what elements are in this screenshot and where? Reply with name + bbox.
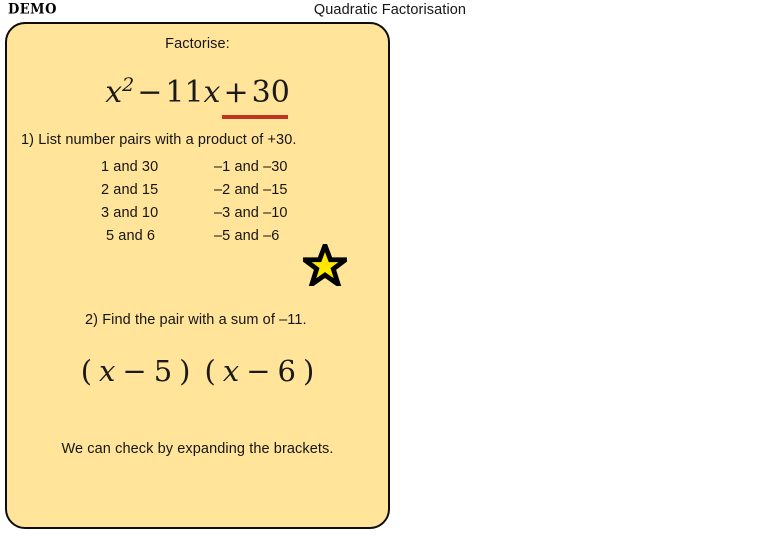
quadratic-term2-variable: x <box>203 75 221 110</box>
factored-open-paren-1: ( <box>80 354 93 388</box>
lesson-card: Factorise: x2−11x +30 1) List number pair… <box>5 22 390 529</box>
factored-number-1: 5 <box>153 354 173 388</box>
quadratic-operator-2: + <box>223 75 249 110</box>
table-row: 3 and 10 –3 and –10 <box>95 201 314 224</box>
step-2-instruction: 2) Find the pair with a sum of –11. <box>85 312 307 328</box>
factored-operator-1: − <box>122 354 147 388</box>
pair-positive-2: 2 and 15 <box>101 181 159 198</box>
pair-positive-1: 1 and 30 <box>101 158 159 175</box>
table-row: 5 and 6 –5 and –6 <box>95 224 314 247</box>
factored-number-2: 6 <box>277 354 296 388</box>
table-row: 1 and 30 –1 and –30 <box>95 155 314 178</box>
table-row: 2 and 15 –2 and –15 <box>95 178 314 201</box>
factored-variable-2: x <box>222 354 240 388</box>
pair-positive-3: 3 and 10 <box>101 204 159 221</box>
factorise-prompt-label: Factorise: <box>165 36 230 52</box>
quadratic-constant-group: +30 <box>220 75 290 119</box>
number-pairs-table: 1 and 30 –1 and –30 2 and 15 –2 and –15 … <box>95 155 314 247</box>
quadratic-term2-coefficient: 11 <box>165 75 204 110</box>
quadratic-term1-variable: x <box>105 75 123 110</box>
factored-expression: (x −5)(x −6) <box>7 354 388 388</box>
closing-note: We can check by expanding the brackets. <box>61 441 334 457</box>
quadratic-constant-term: 30 <box>251 75 290 110</box>
page-title: Quadratic Factorisation <box>313 2 467 18</box>
constant-term-underline <box>222 115 289 119</box>
slide-header: DEMO Quadratic Factorisation <box>0 0 780 22</box>
factored-variable-1: x <box>99 354 116 388</box>
quadratic-term1-exponent: 2 <box>122 74 135 96</box>
quadratic-expression: x2−11x +30 <box>7 74 388 119</box>
pair-negative-2: –2 and –15 <box>214 181 288 198</box>
star-icon <box>303 244 347 286</box>
factored-operator-2: − <box>246 354 271 388</box>
pair-negative-3: –3 and –10 <box>214 204 288 221</box>
factored-open-paren-2: ( <box>204 354 216 388</box>
factored-close-paren-2: ) <box>302 354 315 388</box>
quadratic-operator-1: − <box>137 75 163 110</box>
step-1-instruction: 1) List number pairs with a product of +… <box>21 132 297 148</box>
pair-negative-4: –5 and –6 <box>214 227 280 244</box>
pair-positive-4: 5 and 6 <box>106 227 156 244</box>
factored-close-paren-1: ) <box>179 354 191 388</box>
pair-negative-1: –1 and –30 <box>214 158 288 175</box>
